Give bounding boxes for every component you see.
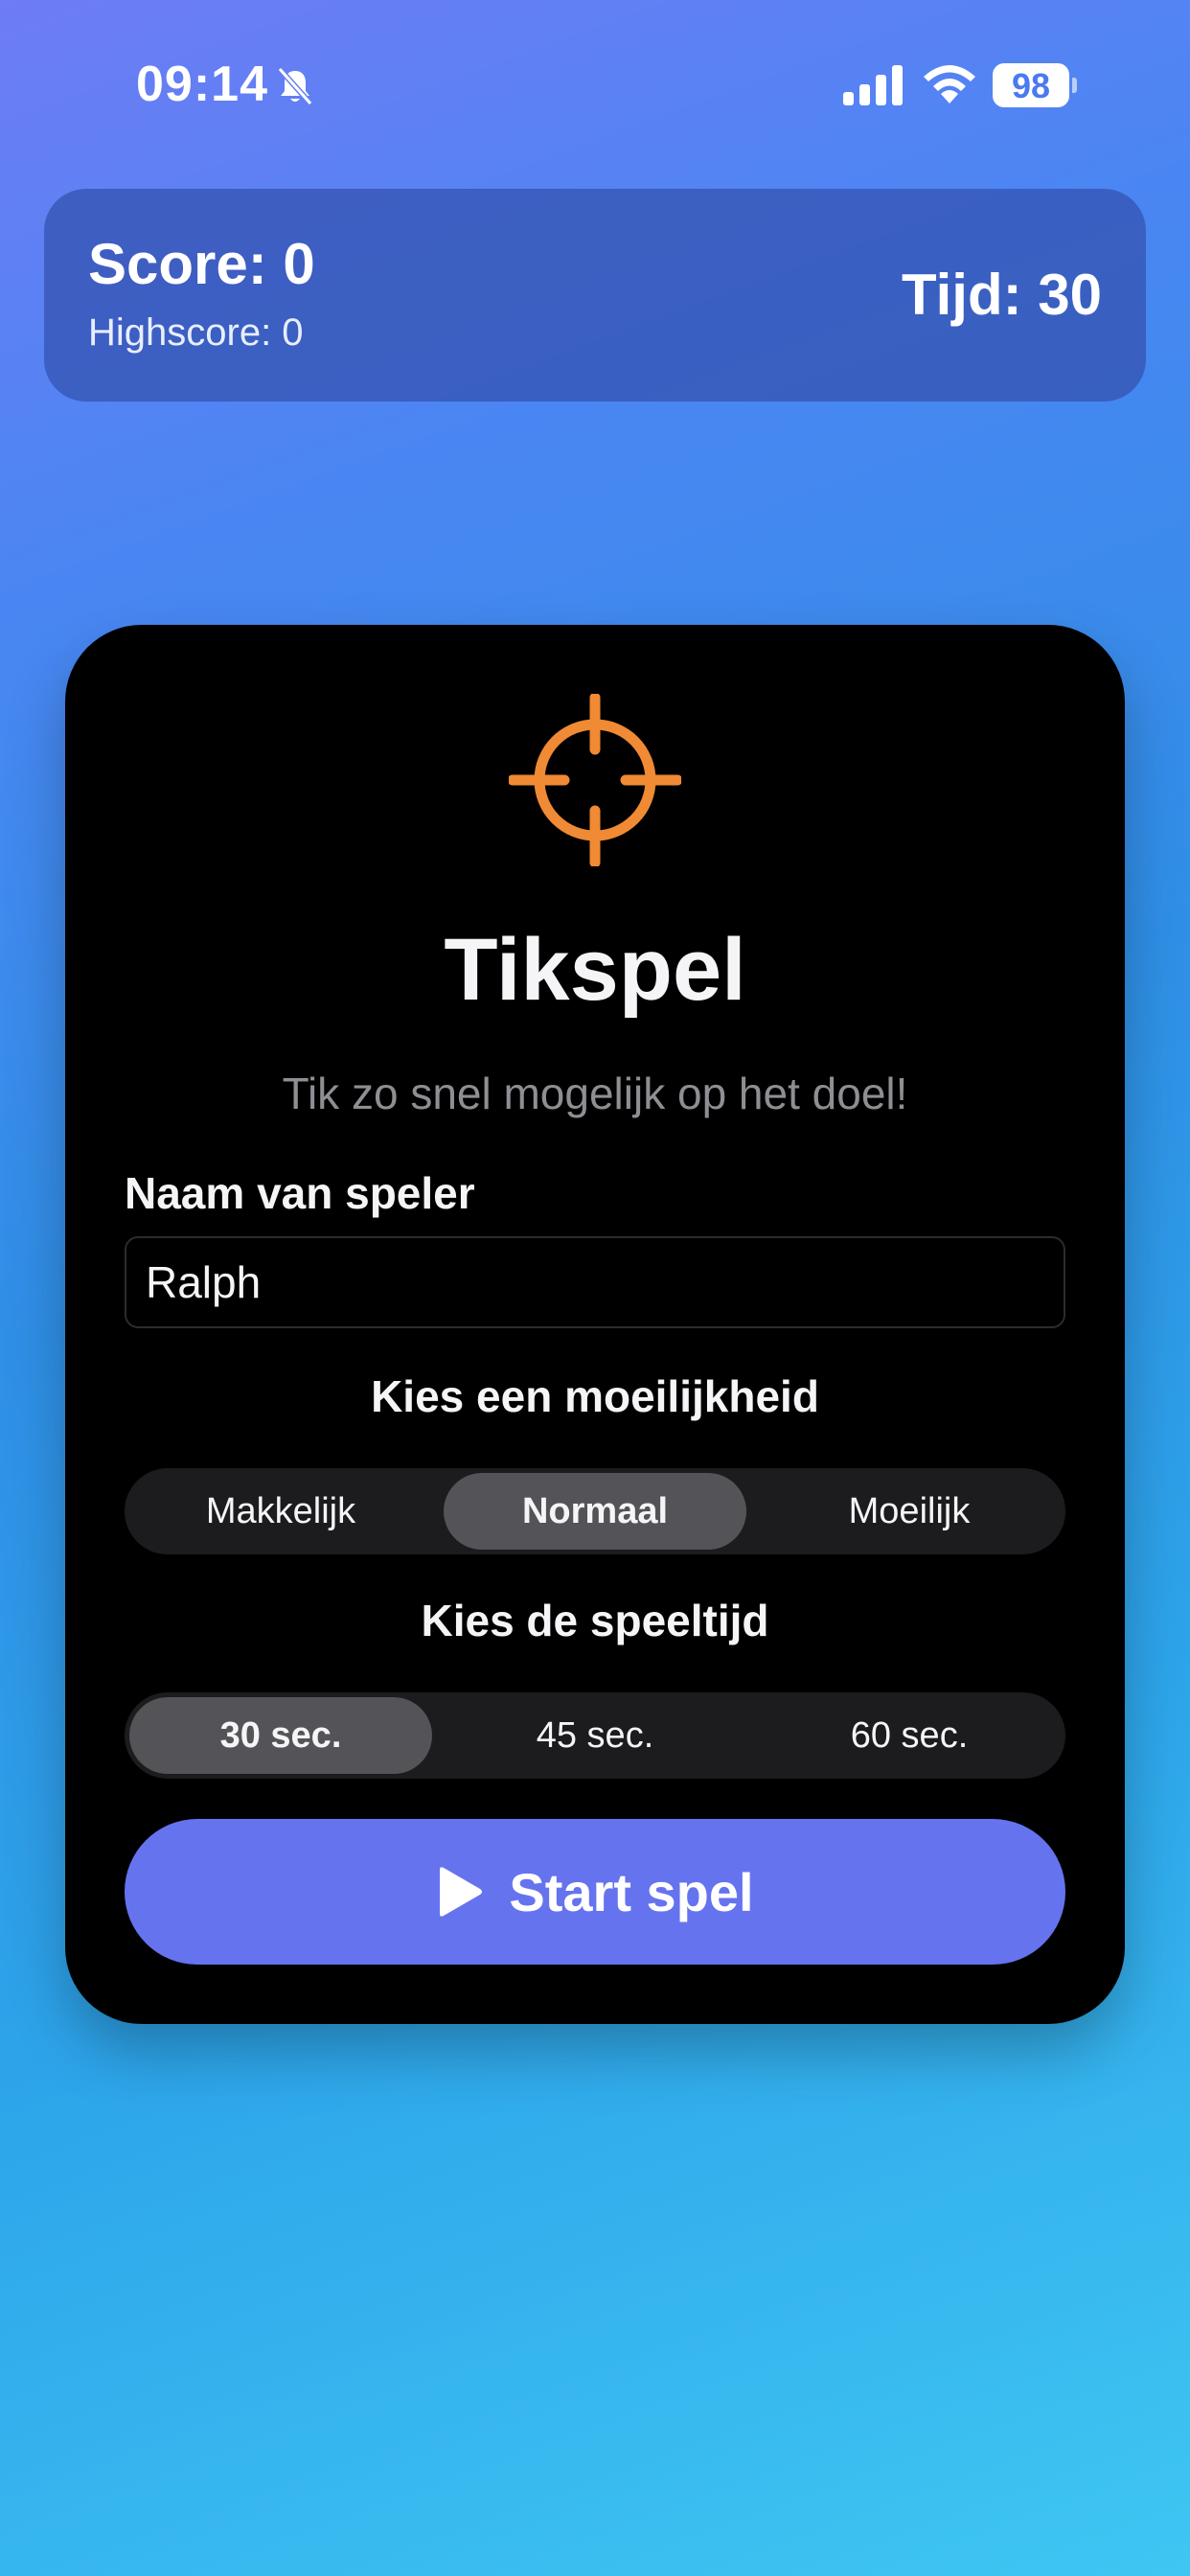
game-setup-card: Tikspel Tik zo snel mogelijk op het doel… (65, 625, 1125, 2024)
start-game-button[interactable]: Start spel (125, 1819, 1065, 1965)
difficulty-option-moeilijk[interactable]: Moeilijk (758, 1473, 1061, 1550)
time-option-30[interactable]: 30 sec. (129, 1697, 432, 1774)
game-subtitle: Tik zo snel mogelijk op het doel! (282, 1069, 908, 1118)
start-game-label: Start spel (509, 1861, 754, 1922)
play-time-label: Kies de speeltijd (421, 1596, 769, 1645)
play-time-segmented-control: 30 sec. 45 sec. 60 sec. (125, 1692, 1065, 1779)
game-title: Tikspel (444, 921, 746, 1019)
difficulty-label: Kies een moeilijkheid (371, 1371, 819, 1421)
difficulty-option-normaal[interactable]: Normaal (444, 1473, 746, 1550)
wifi-icon (924, 65, 975, 104)
difficulty-segmented-control: Makkelijk Normaal Moeilijk (125, 1468, 1065, 1554)
player-name-label: Naam van speler (125, 1168, 475, 1218)
highscore-label: Highscore: 0 (88, 311, 304, 354)
time-option-60[interactable]: 60 sec. (758, 1697, 1061, 1774)
crosshair-target-icon (509, 694, 681, 866)
score-header: Score: 0 Highscore: 0 Tijd: 30 (44, 189, 1146, 402)
time-remaining-label: Tijd: 30 (902, 263, 1102, 327)
play-icon (440, 1867, 483, 1917)
battery-level: 98 (1011, 66, 1051, 105)
cellular-signal-icon (843, 65, 903, 105)
status-time: 09:14 (136, 57, 268, 112)
bell-slash-icon (277, 67, 313, 105)
status-bar: 09:14 98 (0, 0, 1190, 172)
player-name-input[interactable] (125, 1236, 1065, 1328)
difficulty-option-makkelijk[interactable]: Makkelijk (129, 1473, 432, 1550)
score-label: Score: 0 (88, 232, 315, 296)
battery-icon: 98 (993, 63, 1077, 107)
time-option-45[interactable]: 45 sec. (444, 1697, 746, 1774)
